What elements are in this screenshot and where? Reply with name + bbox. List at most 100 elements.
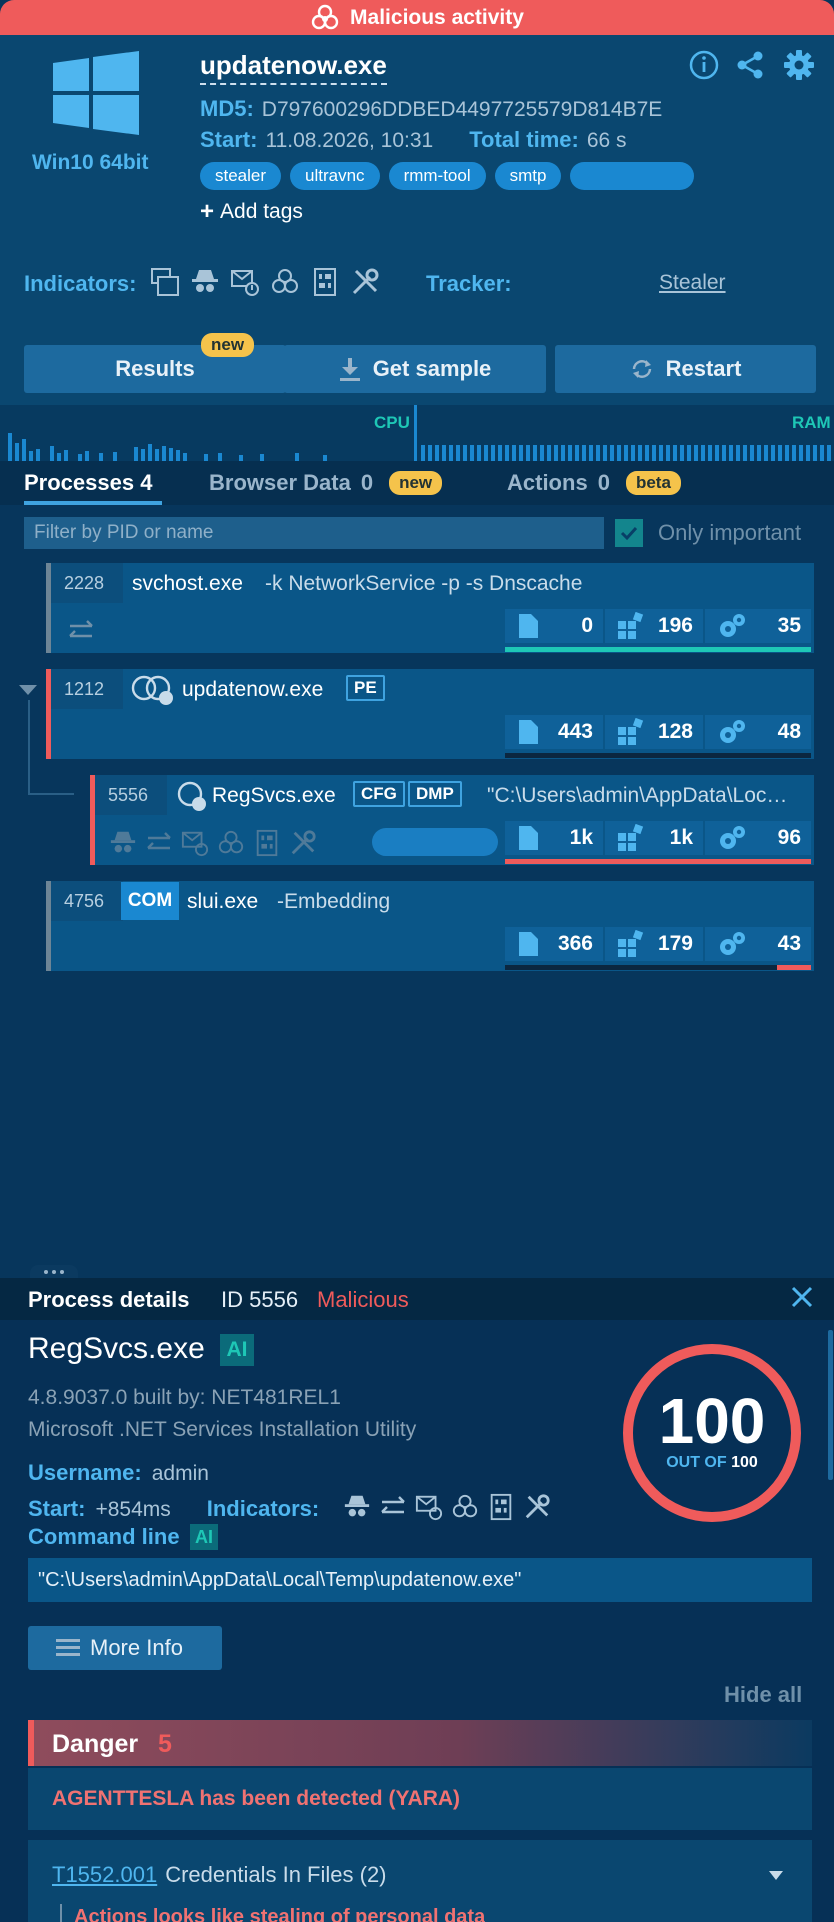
hide-all-button[interactable]: Hide all (724, 1682, 802, 1708)
tools-icon[interactable] (350, 267, 380, 297)
danger-header[interactable]: Danger 5 (28, 1720, 812, 1766)
ram-bar (505, 445, 509, 461)
mail-alert-icon[interactable] (414, 1493, 444, 1521)
ram-bar (792, 445, 796, 461)
process-indicators (108, 829, 318, 857)
files-stat: 443 (505, 715, 603, 749)
get-sample-button[interactable]: Get sample (284, 345, 546, 393)
command-line-field[interactable]: "C:\Users\admin\AppData\Local\Temp\updat… (28, 1558, 812, 1602)
details-description: Microsoft .NET Services Installation Uti… (28, 1418, 417, 1441)
restart-label: Restart (665, 356, 742, 381)
ai-badge[interactable]: AI (220, 1334, 254, 1366)
ram-bar (806, 445, 810, 461)
checkmark-icon (619, 523, 639, 543)
ram-bar (799, 445, 803, 461)
details-id: ID 5556 (221, 1287, 299, 1312)
registry-stat: 179 (605, 927, 703, 961)
ram-bar (512, 445, 516, 461)
restart-icon (630, 357, 654, 381)
ram-bar (687, 445, 691, 461)
tools-icon[interactable] (522, 1493, 552, 1521)
task-title[interactable]: updatenow.exe (200, 50, 387, 85)
ram-bar (561, 445, 565, 461)
process-row-4756[interactable]: 4756 COM slui.exe -Embedding 366 179 43 (46, 881, 814, 971)
tab-bar: Processes 4 Browser Data 0 new Actions 0… (0, 461, 834, 505)
details-version: 4.8.9037.0 built by: NET481REL1 (28, 1386, 341, 1409)
panel-drag-handle[interactable] (30, 1265, 78, 1279)
files-count: 366 (557, 932, 593, 955)
ram-bar (589, 445, 593, 461)
mitre-technique-link[interactable]: T1552.001 (52, 1862, 157, 1888)
only-important-checkbox[interactable] (615, 519, 643, 547)
ram-bar (449, 445, 453, 461)
process-filter-input[interactable]: Filter by PID or name (24, 517, 604, 549)
registry-stat: 128 (605, 715, 703, 749)
network-arrows-icon[interactable] (378, 1493, 408, 1521)
file-icon (517, 613, 539, 639)
registry-stat: 196 (605, 609, 703, 643)
registry-count: 179 (657, 932, 693, 955)
ram-bar (638, 445, 642, 461)
file-icon (517, 931, 539, 957)
ram-bar (435, 445, 439, 461)
close-icon[interactable] (789, 1284, 815, 1310)
mitre-item[interactable]: T1552.001 Credentials In Files (2) Actio… (28, 1840, 812, 1922)
process-row-5556[interactable]: 5556 RegSvcs.exe CFG DMP "C:\Users\admin… (90, 775, 814, 865)
ram-bar (456, 445, 460, 461)
collapse-caret-icon[interactable] (18, 683, 38, 697)
mail-alert-icon[interactable] (230, 267, 260, 297)
gear-icon[interactable] (782, 48, 816, 82)
details-scrollbar[interactable] (828, 1330, 833, 1480)
tab-actions[interactable]: Actions 0 beta (507, 470, 681, 496)
biohazard-icon[interactable] (270, 267, 300, 297)
registry-stat: 1k (605, 821, 703, 855)
info-icon[interactable] (688, 49, 720, 81)
share-icon[interactable] (734, 49, 766, 81)
process-args: -Embedding (277, 890, 391, 913)
process-row-1212[interactable]: 1212 updatenow.exe PE 443 128 48 (46, 669, 814, 759)
ram-bar (491, 445, 495, 461)
biohazard-icon[interactable] (450, 1493, 480, 1521)
tag-stealer[interactable]: stealer (200, 162, 282, 190)
more-info-button[interactable]: More Info (28, 1626, 222, 1670)
only-important-label[interactable]: Only important (658, 520, 801, 546)
chevron-down-icon[interactable] (768, 1870, 784, 1882)
ram-bar (736, 445, 740, 461)
mitre-sub-item: Actions looks like stealing of personal … (74, 1906, 486, 1922)
tab-processes[interactable]: Processes 4 (24, 470, 152, 496)
modules-count: 43 (777, 932, 801, 955)
ram-bar (519, 445, 523, 461)
com-badge: COM (121, 882, 179, 920)
windows-logo-icon (53, 51, 139, 135)
files-stat: 0 (505, 609, 603, 643)
danger-label: Danger (52, 1730, 139, 1758)
tab-browser-data[interactable]: Browser Data 0 new (209, 470, 443, 496)
files-stat: 1k (505, 821, 603, 855)
spy-icon[interactable] (190, 267, 220, 297)
registry-count: 128 (657, 720, 693, 743)
process-row-2228[interactable]: 2228 svchost.exe -k NetworkService -p -s… (46, 563, 814, 653)
tag-blank[interactable] (570, 162, 695, 190)
file-icon (517, 825, 539, 851)
process-name: svchost.exe (132, 572, 243, 595)
tag-ultravnc[interactable]: ultravnc (290, 162, 380, 190)
total-time-value: 66 s (586, 129, 627, 152)
spy-icon[interactable] (342, 1493, 372, 1521)
tag-rmm-tool[interactable]: rmm-tool (388, 162, 486, 190)
registry-icon (617, 930, 645, 958)
windows-stack-icon[interactable] (150, 267, 180, 297)
ram-bar (659, 445, 663, 461)
ram-bar (694, 445, 698, 461)
binary-file-icon[interactable] (310, 267, 340, 297)
danger-item[interactable]: AGENTTESLA has been detected (YARA) (28, 1768, 812, 1830)
ram-bar (477, 445, 481, 461)
tag-smtp[interactable]: smtp (494, 162, 562, 190)
add-tags-button[interactable]: + Add tags (200, 198, 303, 226)
dmp-pill: DMP (408, 781, 462, 807)
tracker-link[interactable]: Stealer (659, 271, 726, 295)
details-indicator-icons (342, 1493, 552, 1521)
restart-button[interactable]: Restart (555, 345, 816, 393)
cmd-ai-badge[interactable]: AI (190, 1524, 218, 1550)
binary-file-icon[interactable] (486, 1493, 516, 1521)
tab-browser-count: 0 (360, 470, 374, 495)
